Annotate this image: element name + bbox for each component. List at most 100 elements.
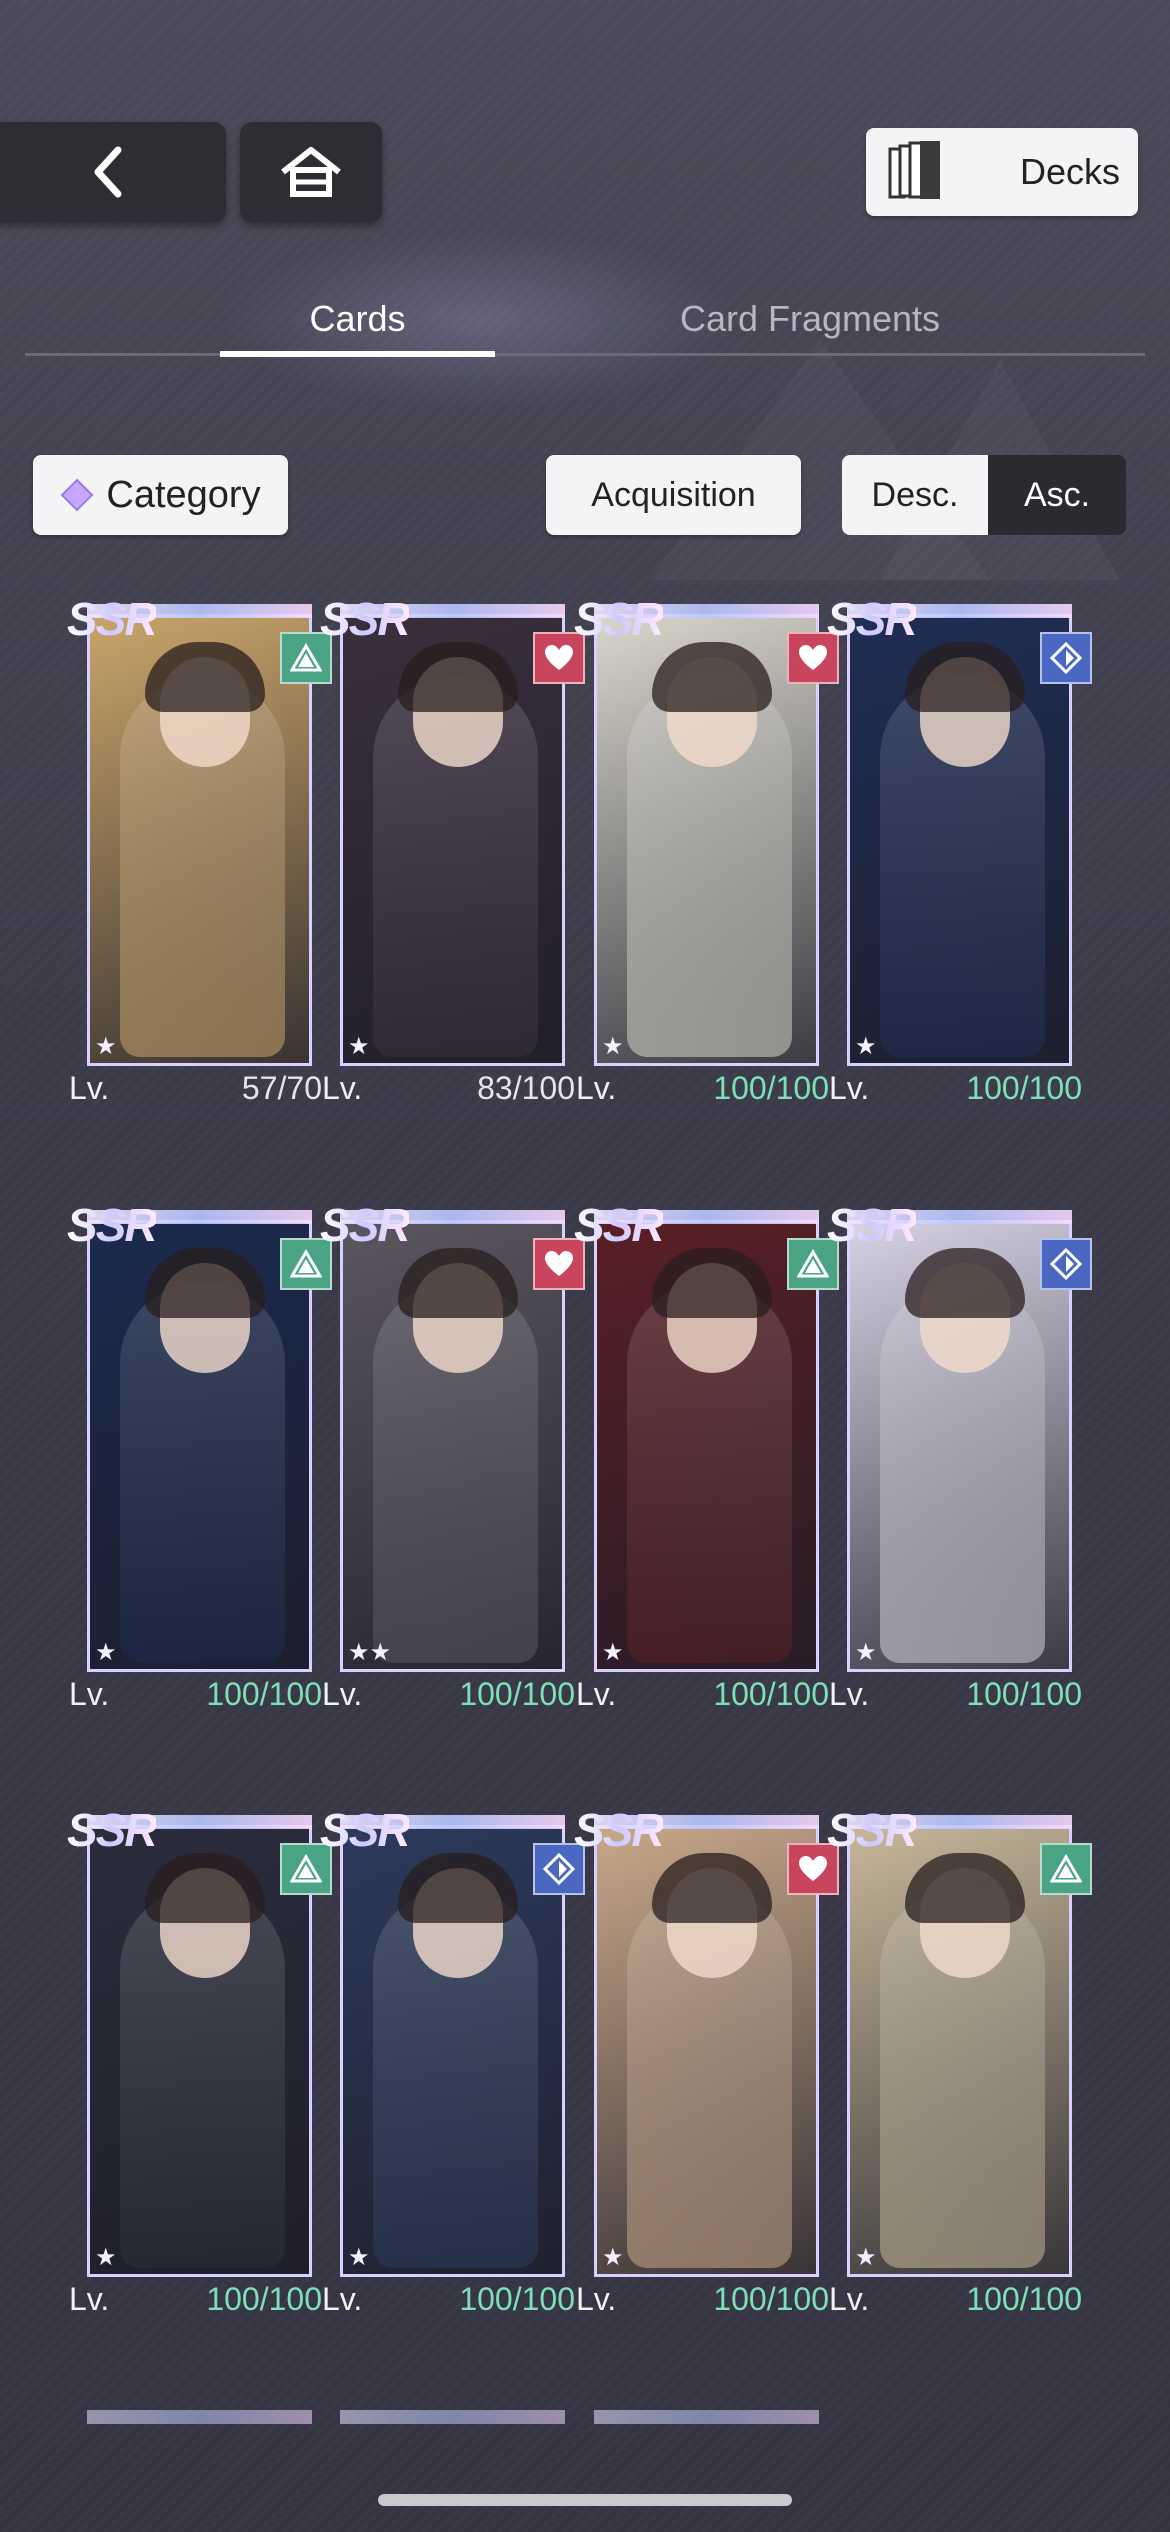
level-label: Lv. [322,1676,363,1712]
character-hair [652,1853,772,1923]
level-row: Lv. 100/100 [320,2281,575,2318]
home-indicator [378,2494,792,2506]
partial-card-top [340,2410,565,2424]
diamond-icon [1040,632,1092,684]
home-icon [281,147,341,197]
card-item[interactable]: SSR ★ Lv. 100/100 [574,1198,839,1712]
rarity-label: SSR [67,1803,158,1863]
star-rating: ★ [602,1639,624,1666]
level-label: Lv. [576,2281,617,2317]
level-value: 83/100 [477,1070,575,1106]
card-art [847,1220,1072,1672]
tab-card-fragments-label: Card Fragments [679,298,941,339]
level-label: Lv. [829,1070,870,1106]
tab-cards-label: Cards [309,298,406,339]
rarity-label: SSR [574,1803,665,1863]
star-rating: ★ [95,1639,117,1666]
star-rating: ★ [855,1033,877,1060]
level-value: 100/100 [713,1070,829,1106]
decks-button[interactable]: Decks [866,128,1138,216]
partial-card-top [594,2410,819,2424]
card-art [847,1825,1072,2277]
card-art [87,1220,312,1672]
desc-label: Desc. [871,475,959,514]
decks-label: Decks [1019,151,1120,192]
card-art [340,1220,565,1672]
card-item[interactable]: SSR ★ Lv. 100/100 [827,1198,1092,1712]
star-rating: ★ [348,1033,370,1060]
rarity-label: SSR [320,1198,411,1258]
card-item[interactable]: SSR ★ Lv. 100/100 [574,1803,839,2317]
rarity-label: SSR [320,1803,411,1863]
rarity-label: SSR [574,1198,665,1258]
partial-card-top [87,2410,312,2424]
acquisition-sort-button[interactable]: Acquisition [546,455,801,535]
level-label: Lv. [829,1676,870,1712]
desc-order-button[interactable]: Desc. [842,455,988,535]
level-label: Lv. [322,2281,363,2317]
card-item[interactable]: SSR ★ Lv. 57/70 [67,592,332,1106]
diamond-icon [1040,1238,1092,1290]
character-hair [398,1248,518,1318]
tab-cards[interactable]: Cards [220,298,495,340]
star-rating: ★ [348,2244,370,2271]
level-value: 100/100 [966,1070,1082,1106]
rarity-label: SSR [67,1198,158,1258]
rarity-label: SSR [67,592,158,652]
level-value: 100/100 [713,2281,829,2317]
acquisition-label: Acquisition [591,475,756,514]
level-value: 100/100 [459,2281,575,2317]
level-row: Lv. 100/100 [67,1676,322,1713]
star-rating: ★ [855,2244,877,2271]
card-item[interactable]: SSR ★ Lv. 100/100 [67,1803,332,2317]
level-value: 100/100 [713,1676,829,1712]
level-value: 100/100 [966,1676,1082,1712]
category-filter-button[interactable]: Category [33,455,288,535]
card-art [87,614,312,1066]
card-item[interactable]: SSR ★ Lv. 100/100 [67,1198,332,1712]
card-item[interactable]: SSR ★★ Lv. 100/100 [320,1198,585,1712]
level-value: 100/100 [966,2281,1082,2317]
level-label: Lv. [576,1070,617,1106]
rarity-label: SSR [574,592,665,652]
level-label: Lv. [322,1070,363,1106]
asc-order-button[interactable]: Asc. [988,455,1126,535]
level-row: Lv. 100/100 [574,2281,829,2318]
card-item[interactable]: SSR ★ Lv. 100/100 [320,1803,585,2317]
character-hair [652,1248,772,1318]
tab-card-fragments[interactable]: Card Fragments [620,298,1000,340]
level-value: 100/100 [459,1676,575,1712]
character-hair [905,1248,1025,1318]
card-art [594,1220,819,1672]
card-art [340,1825,565,2277]
level-row: Lv. 100/100 [827,1070,1082,1107]
level-label: Lv. [576,1676,617,1712]
rarity-label: SSR [320,592,411,652]
card-item[interactable]: SSR ★ Lv. 83/100 [320,592,585,1106]
character-hair [905,642,1025,712]
card-art [340,614,565,1066]
decks-icon [888,141,940,199]
character-hair [652,642,772,712]
rarity-label: SSR [827,1803,918,1863]
card-item[interactable]: SSR ★ Lv. 100/100 [574,592,839,1106]
home-button[interactable] [240,122,382,222]
card-item[interactable]: SSR ★ Lv. 100/100 [827,1803,1092,2317]
category-label: Category [106,473,261,516]
level-label: Lv. [829,2281,870,2317]
star-rating: ★★ [348,1639,392,1666]
card-art [594,1825,819,2277]
level-row: Lv. 100/100 [67,2281,322,2318]
card-art [594,614,819,1066]
character-hair [145,642,265,712]
level-row: Lv. 83/100 [320,1070,575,1107]
card-art [87,1825,312,2277]
back-button[interactable] [0,122,226,222]
level-label: Lv. [69,2281,110,2317]
character-hair [398,642,518,712]
level-row: Lv. 57/70 [67,1070,322,1107]
card-item[interactable]: SSR ★ Lv. 100/100 [827,592,1092,1106]
rarity-label: SSR [827,1198,918,1258]
asc-label: Asc. [1023,475,1091,514]
level-value: 100/100 [206,2281,322,2317]
